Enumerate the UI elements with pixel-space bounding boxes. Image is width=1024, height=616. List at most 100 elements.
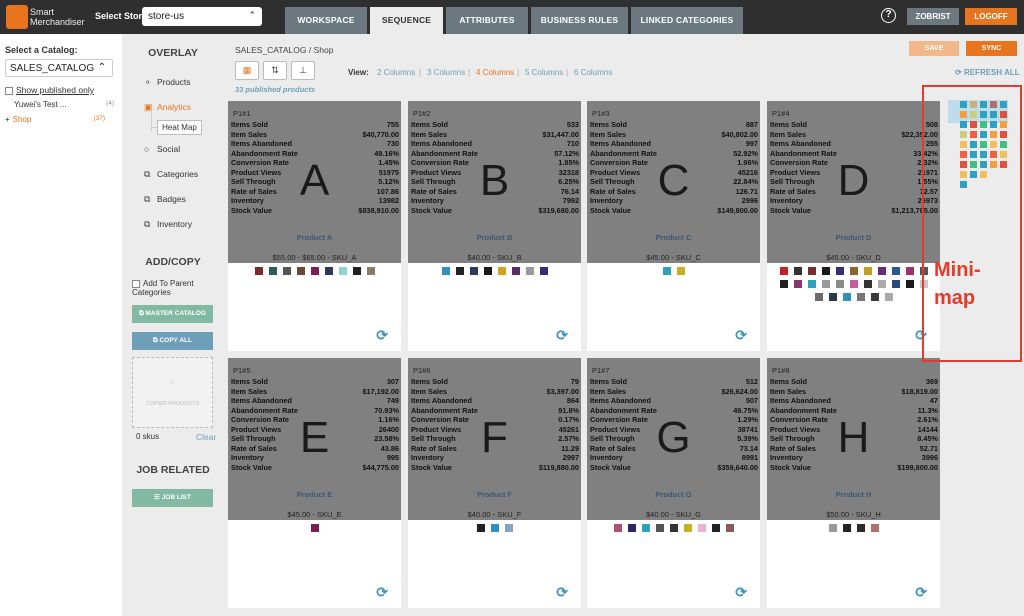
- refresh-all-link[interactable]: ⟳ REFRESH ALL: [955, 68, 1020, 77]
- color-swatch[interactable]: [725, 524, 734, 532]
- color-swatch[interactable]: [655, 524, 664, 532]
- sync-icon[interactable]: ⟳: [376, 327, 388, 344]
- color-swatch[interactable]: [905, 267, 914, 275]
- color-swatch[interactable]: [504, 524, 513, 532]
- add-to-parent-checkbox[interactable]: Add To Parent Categories: [132, 279, 212, 297]
- product-name[interactable]: Product D: [767, 233, 940, 242]
- view-5-columns[interactable]: 5 Columns: [525, 68, 563, 77]
- pin-button[interactable]: ⊥: [291, 61, 315, 80]
- color-swatch[interactable]: [483, 267, 492, 275]
- catalog-select[interactable]: SALES_CATALOG ⌃: [5, 59, 113, 77]
- color-swatch[interactable]: [676, 267, 685, 275]
- color-swatch[interactable]: [828, 293, 837, 301]
- sync-icon[interactable]: ⟳: [556, 584, 568, 601]
- sync-icon[interactable]: ⟳: [556, 327, 568, 344]
- color-swatch[interactable]: [877, 280, 886, 288]
- color-swatch[interactable]: [842, 293, 851, 301]
- product-name[interactable]: Product H: [767, 490, 940, 499]
- color-swatch[interactable]: [863, 267, 872, 275]
- overlay-item-badges[interactable]: ⧉ Badges: [144, 194, 186, 205]
- copied-products-dropzone[interactable]: ○ COPIED PRODUCTS: [132, 357, 213, 428]
- color-swatch[interactable]: [352, 267, 361, 275]
- color-swatch[interactable]: [891, 267, 900, 275]
- color-swatch[interactable]: [627, 524, 636, 532]
- color-swatch[interactable]: [891, 280, 900, 288]
- color-swatch[interactable]: [828, 524, 837, 532]
- color-swatch[interactable]: [697, 524, 706, 532]
- color-swatch[interactable]: [613, 524, 622, 532]
- color-swatch[interactable]: [814, 293, 823, 301]
- color-swatch[interactable]: [842, 524, 851, 532]
- copy-all-button[interactable]: ⧉ COPY ALL: [132, 332, 213, 350]
- job-list-button[interactable]: ☰ JOB LIST: [132, 489, 213, 507]
- color-swatch[interactable]: [669, 524, 678, 532]
- help-icon[interactable]: ?: [881, 8, 896, 23]
- color-swatch[interactable]: [884, 293, 893, 301]
- color-swatch[interactable]: [268, 267, 277, 275]
- product-name[interactable]: Product G: [587, 490, 760, 499]
- sync-icon[interactable]: ⟳: [735, 584, 747, 601]
- tab-business-rules[interactable]: BUSINESS RULES: [531, 7, 628, 34]
- product-card[interactable]: P1#2 Items Sold 533 Item Sales $31,447.00 Ite…: [408, 101, 581, 351]
- tree-item-shop[interactable]: + Shop (37): [5, 115, 105, 124]
- store-select[interactable]: store-us ⌃: [142, 7, 262, 26]
- grid-view-button[interactable]: ▦: [235, 61, 259, 80]
- color-swatch[interactable]: [476, 524, 485, 532]
- view-6-columns[interactable]: 6 Columns: [574, 68, 612, 77]
- show-published-checkbox[interactable]: Show published only: [5, 85, 94, 95]
- color-swatch[interactable]: [338, 267, 347, 275]
- product-card[interactable]: P1#4 Items Sold 508 Item Sales $22,352.00 Ite…: [767, 101, 940, 351]
- color-swatch[interactable]: [863, 280, 872, 288]
- color-swatch[interactable]: [807, 280, 816, 288]
- expand-icon[interactable]: +: [5, 115, 10, 124]
- sync-icon[interactable]: ⟳: [915, 584, 927, 601]
- sync-icon[interactable]: ⟳: [735, 327, 747, 344]
- color-swatch[interactable]: [455, 267, 464, 275]
- color-swatch[interactable]: [779, 280, 788, 288]
- color-swatch[interactable]: [821, 267, 830, 275]
- color-swatch[interactable]: [324, 267, 333, 275]
- product-card[interactable]: P1#5 Items Sold 307 Item Sales $17,192.00 Ite…: [228, 358, 401, 608]
- color-swatch[interactable]: [641, 524, 650, 532]
- tab-workspace[interactable]: WORKSPACE: [285, 7, 367, 34]
- color-swatch[interactable]: [662, 267, 671, 275]
- sync-icon[interactable]: ⟳: [376, 584, 388, 601]
- color-swatch[interactable]: [870, 524, 879, 532]
- color-swatch[interactable]: [539, 267, 548, 275]
- product-card[interactable]: P1#3 Items Sold 887 Item Sales $40,802.00 Ite…: [587, 101, 760, 351]
- color-swatch[interactable]: [310, 524, 319, 532]
- master-catalog-button[interactable]: ⧉ MASTER CATALOG: [132, 305, 213, 323]
- color-swatch[interactable]: [366, 267, 375, 275]
- color-swatch[interactable]: [821, 280, 830, 288]
- product-card[interactable]: P1#6 Items Sold 79 Item Sales $3,397.00 Items…: [408, 358, 581, 608]
- user-button[interactable]: ZOBRIST: [907, 8, 959, 25]
- color-swatch[interactable]: [835, 280, 844, 288]
- color-swatch[interactable]: [905, 280, 914, 288]
- tree-item-yuwei[interactable]: Yuwei's Test ... (4): [14, 100, 114, 109]
- heat-map-button[interactable]: Heat Map: [157, 120, 202, 135]
- color-swatch[interactable]: [793, 280, 802, 288]
- tab-linked-categories[interactable]: LINKED CATEGORIES: [631, 7, 743, 34]
- color-swatch[interactable]: [877, 267, 886, 275]
- save-button[interactable]: SAVE: [909, 41, 959, 56]
- color-swatch[interactable]: [469, 267, 478, 275]
- product-card[interactable]: P1#8 Items Sold 369 Item Sales $18,819.00 Ite…: [767, 358, 940, 608]
- product-card[interactable]: P1#7 Items Sold 512 Item Sales $26,624.00 Ite…: [587, 358, 760, 608]
- color-swatch[interactable]: [683, 524, 692, 532]
- logoff-button[interactable]: LOGOFF: [965, 8, 1017, 25]
- product-name[interactable]: Product B: [408, 233, 581, 242]
- tab-sequence[interactable]: SEQUENCE: [370, 7, 443, 34]
- sync-button[interactable]: SYNC: [966, 41, 1017, 56]
- color-swatch[interactable]: [870, 293, 879, 301]
- color-swatch[interactable]: [849, 267, 858, 275]
- clear-link[interactable]: Clear: [196, 432, 216, 442]
- color-swatch[interactable]: [511, 267, 520, 275]
- product-name[interactable]: Product A: [228, 233, 401, 242]
- view-4-columns[interactable]: 4 Columns: [476, 68, 514, 77]
- color-swatch[interactable]: [441, 267, 450, 275]
- view-3-columns[interactable]: 3 Columns: [427, 68, 465, 77]
- overlay-item-social[interactable]: ○ Social: [144, 144, 180, 154]
- overlay-item-inventory[interactable]: ⧉ Inventory: [144, 219, 192, 230]
- color-swatch[interactable]: [856, 293, 865, 301]
- color-swatch[interactable]: [282, 267, 291, 275]
